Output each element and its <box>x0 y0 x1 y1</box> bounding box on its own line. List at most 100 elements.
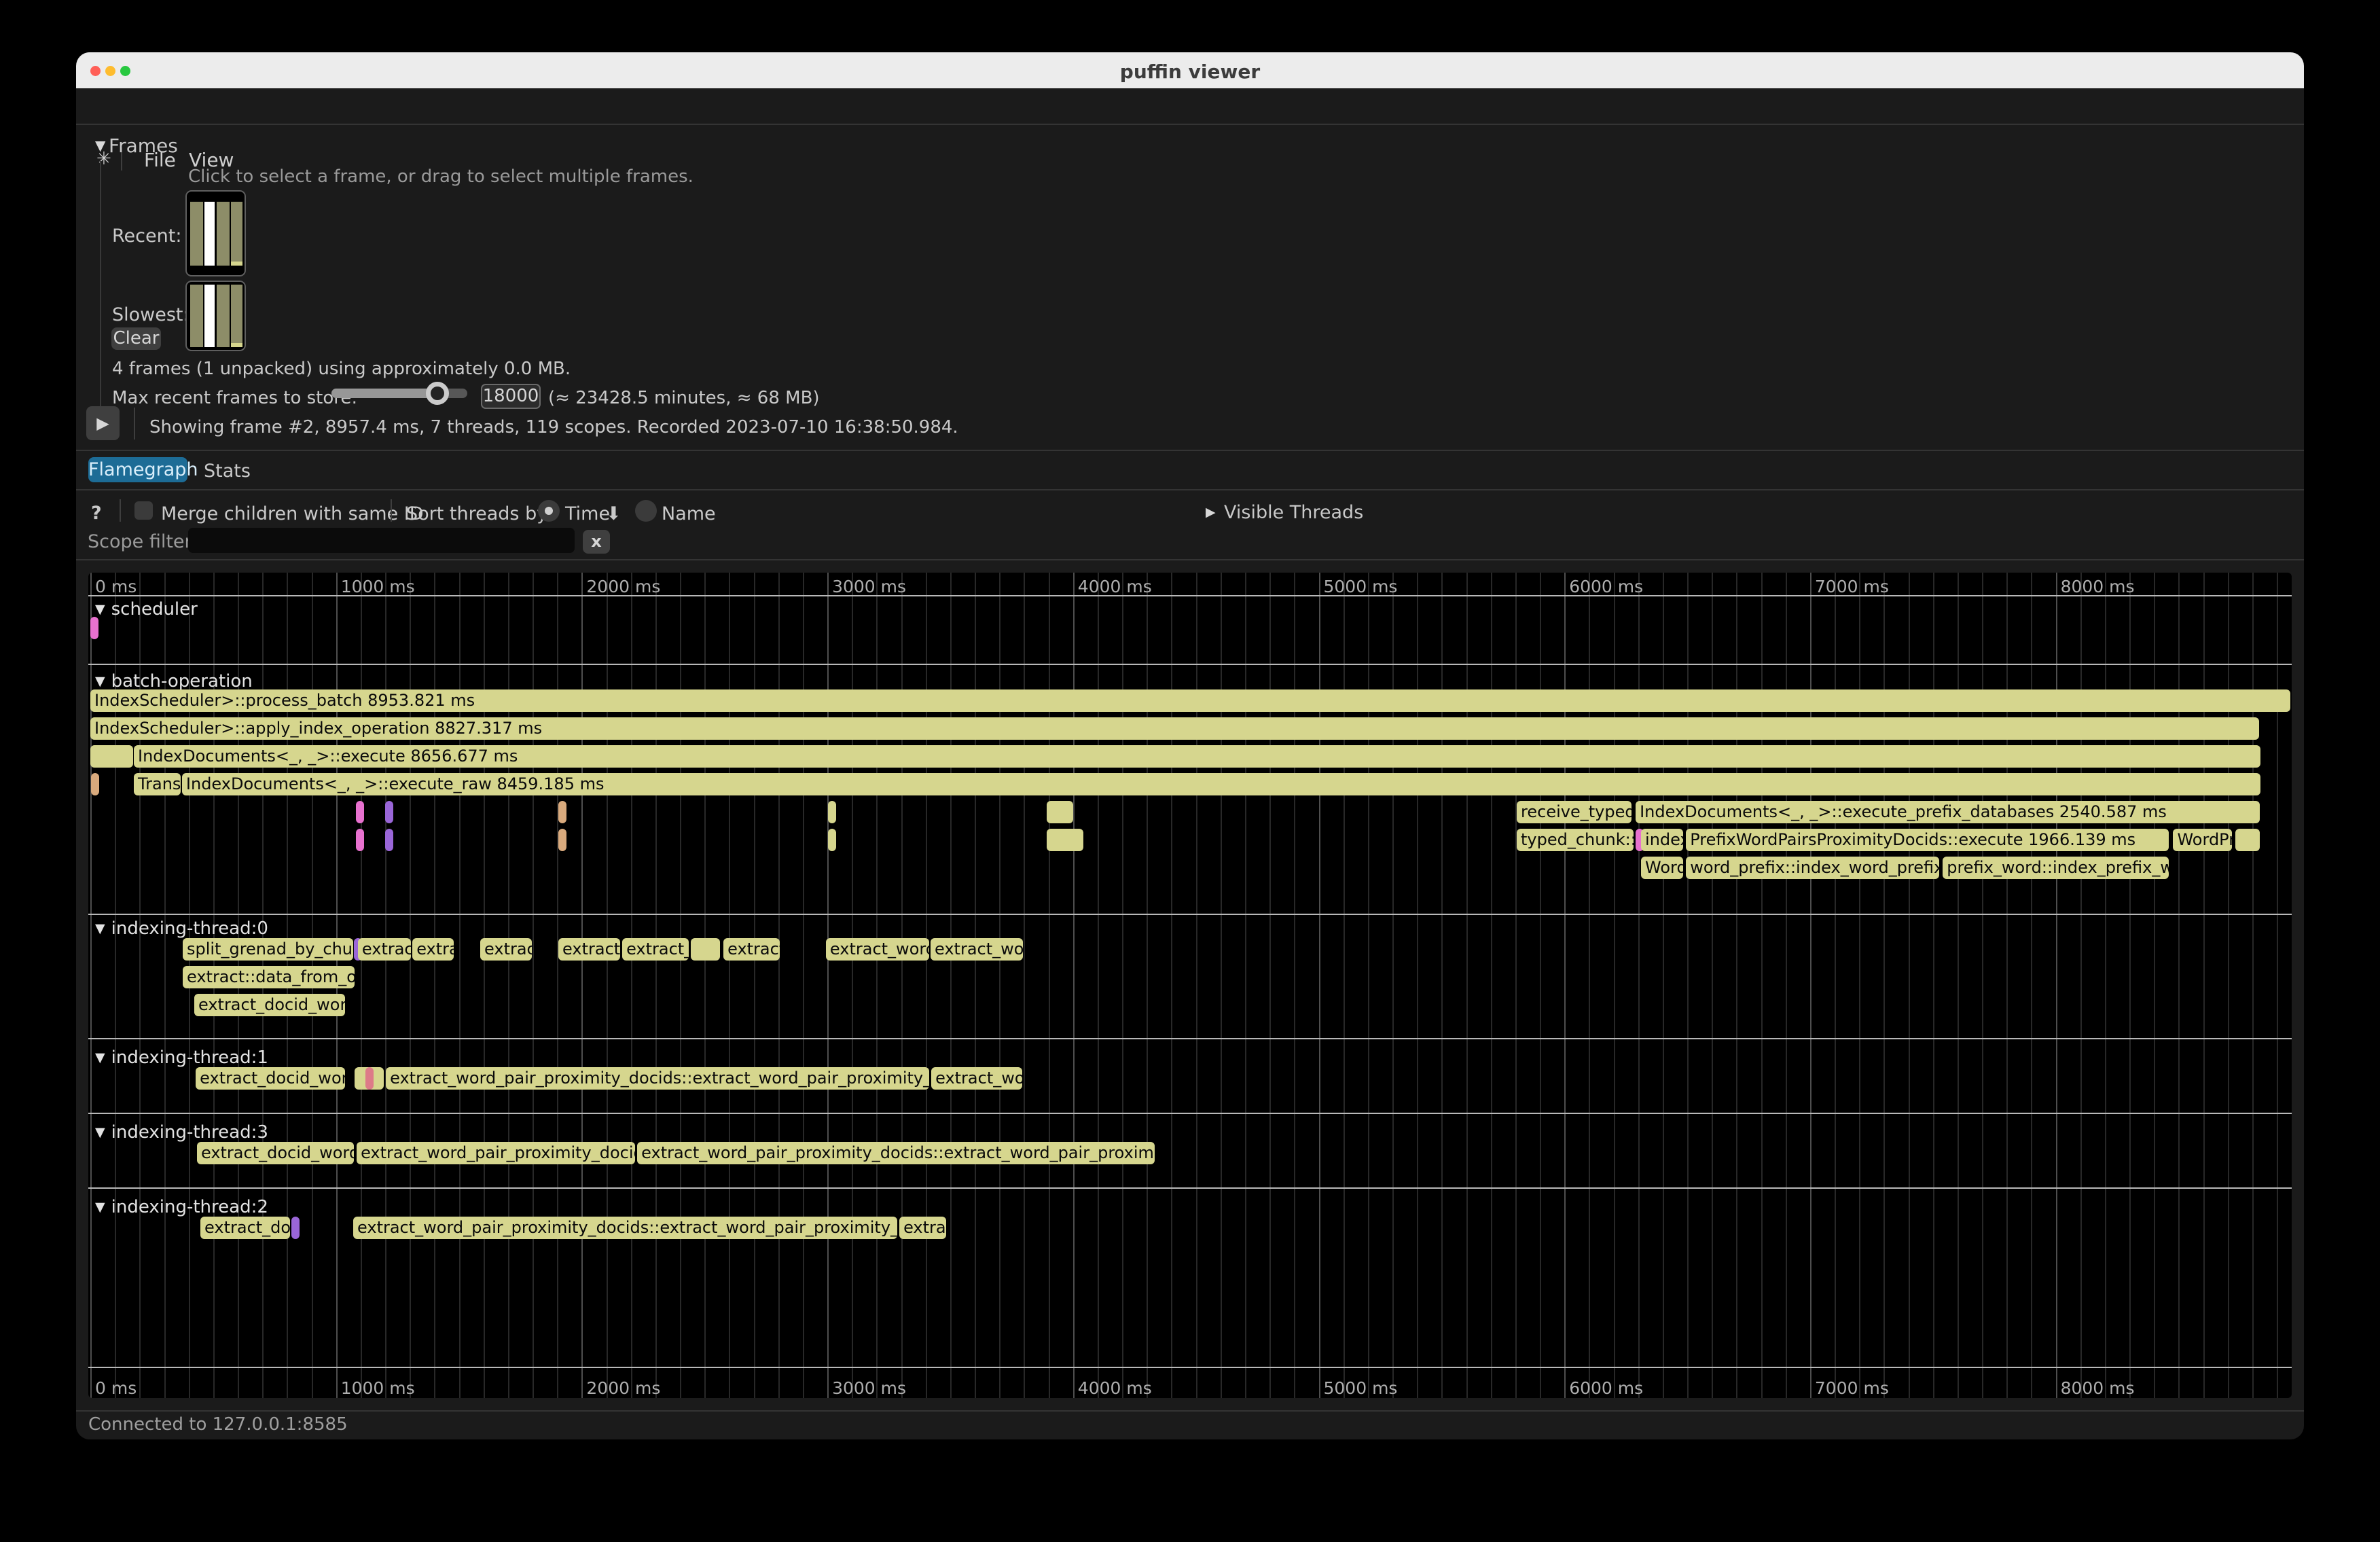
flame-bar[interactable] <box>828 829 836 851</box>
flame-bar[interactable]: extra <box>412 938 454 961</box>
flame-bar[interactable]: extract_word_pair_proximity_docids <box>357 1142 635 1164</box>
flame-bar[interactable]: extract::data_from_ob <box>183 966 355 988</box>
tab-flamegraph[interactable]: Flamegraph <box>88 457 187 482</box>
frame-bar[interactable] <box>231 202 242 262</box>
flame-bar[interactable]: extrac <box>480 938 532 961</box>
flame-bar[interactable] <box>356 829 364 851</box>
flame-bar[interactable]: typed_chunk::w <box>1517 829 1634 851</box>
recent-frames-thumbnail[interactable] <box>185 190 246 276</box>
scope-filter-input[interactable] <box>188 528 575 553</box>
thread-header-scheduler[interactable]: ▼scheduler <box>95 599 198 620</box>
flame-bar[interactable]: word_prefix::index_word_prefix_ <box>1686 857 1939 879</box>
clear-frames-button[interactable]: Clear <box>111 327 161 350</box>
thread-name: indexing-thread:3 <box>111 1122 268 1143</box>
flame-bar[interactable] <box>1047 801 1073 823</box>
flame-bar[interactable] <box>691 938 720 961</box>
flame-bar[interactable]: extract <box>723 938 780 961</box>
help-button[interactable]: ? <box>91 503 102 524</box>
flame-bar[interactable] <box>91 773 99 795</box>
max-frames-slider-handle[interactable] <box>426 382 449 405</box>
flame-bar[interactable] <box>828 801 836 823</box>
frame-bar[interactable] <box>231 285 242 343</box>
max-frames-label: Max recent frames to store: <box>112 388 357 408</box>
thread-section-separator <box>88 1113 2292 1114</box>
flame-bar[interactable] <box>385 829 393 851</box>
flame-bar[interactable]: extract_word_pair_proximity_docids::extr… <box>637 1142 1155 1164</box>
merge-children-checkbox[interactable] <box>134 501 153 520</box>
ruler-tick-label: 7000 ms <box>1815 577 1889 596</box>
frame-bar[interactable] <box>190 202 203 266</box>
flame-bar[interactable] <box>291 1217 300 1239</box>
flamegraph-canvas[interactable]: 0 ms0 ms1000 ms1000 ms2000 ms2000 ms3000… <box>88 573 2292 1398</box>
frames-collapse-triangle[interactable]: ▼ <box>95 137 105 154</box>
sort-time-radio[interactable] <box>538 500 560 522</box>
flame-bar[interactable] <box>1047 829 1083 851</box>
visible-threads-header[interactable]: Visible Threads <box>1224 502 1363 523</box>
flame-bar[interactable]: index <box>1641 829 1683 851</box>
collapse-triangle-icon: ▼ <box>95 1200 105 1215</box>
sort-name-label[interactable]: Name <box>662 503 716 524</box>
flame-bar[interactable]: extract_word_pair_proximity_docids::extr… <box>353 1217 897 1239</box>
max-frames-value[interactable]: 18000 <box>481 384 541 409</box>
flame-bar[interactable] <box>558 829 566 851</box>
flame-bar[interactable]: Word <box>1641 857 1683 879</box>
flame-bar[interactable]: extract_wo <box>931 1067 1022 1090</box>
flame-bar[interactable]: IndexDocuments<_, _>::execute_prefix_dat… <box>1636 801 2260 823</box>
flame-bar[interactable]: IndexDocuments<_, _>::execute_raw 8459.1… <box>182 773 2260 795</box>
ruler-tick-label: 8000 ms <box>2061 577 2135 596</box>
flame-bar[interactable]: receive_typed_ <box>1517 801 1631 823</box>
frames-header[interactable]: Frames <box>109 135 178 157</box>
frame-bar[interactable] <box>217 285 230 347</box>
flame-bar[interactable]: extract_docid_word <box>197 1142 354 1164</box>
merge-children-label[interactable]: Merge children with same ID <box>161 503 424 524</box>
visible-threads-triangle[interactable]: ▶ <box>1206 505 1216 520</box>
indent-guide <box>100 161 101 408</box>
flame-bar[interactable]: extract_docid_word <box>196 1067 345 1090</box>
frame-bar[interactable] <box>217 202 230 266</box>
frame-bar-selected[interactable] <box>204 202 215 266</box>
sort-direction-arrow-icon[interactable]: ⬇ <box>606 503 621 524</box>
flame-bar[interactable] <box>356 801 364 823</box>
slowest-label: Slowest: <box>112 304 190 325</box>
flame-bar[interactable]: extract_wo <box>931 938 1023 961</box>
thread-section-separator <box>88 914 2292 915</box>
flame-bar[interactable]: PrefixWordPairsProximityDocids::execute … <box>1686 829 2169 851</box>
flame-bar[interactable] <box>365 1067 374 1090</box>
flame-bar[interactable]: split_grenad_by_chun <box>183 938 353 961</box>
frame-bar[interactable] <box>190 285 203 347</box>
flame-bar[interactable]: extract_doc <box>200 1217 290 1239</box>
flame-bar[interactable]: extract_ <box>558 938 620 961</box>
flame-bar[interactable]: extract_word <box>826 938 929 961</box>
play-button[interactable]: ▶ <box>86 406 120 440</box>
flame-bar[interactable] <box>90 745 133 768</box>
flame-bar[interactable]: prefix_word::index_prefix_wo <box>1943 857 2169 879</box>
flame-bar[interactable]: extrac <box>899 1217 946 1239</box>
slowest-frames-thumbnail[interactable] <box>185 281 246 351</box>
flame-bar[interactable] <box>558 801 566 823</box>
flame-bar[interactable]: Trans <box>134 773 181 795</box>
sort-name-radio[interactable] <box>635 500 657 522</box>
thread-header-indexing-thread:0[interactable]: ▼indexing-thread:0 <box>95 918 268 939</box>
flame-bar[interactable]: WordPr <box>2173 829 2232 851</box>
thread-header-batch-operation[interactable]: ▼batch-operation <box>95 671 253 692</box>
flame-bar[interactable] <box>90 617 98 639</box>
ruler-tick-label: 6000 ms <box>1569 577 1643 596</box>
thread-header-indexing-thread:1[interactable]: ▼indexing-thread:1 <box>95 1047 268 1068</box>
flame-bar[interactable]: IndexScheduler>::apply_index_operation 8… <box>90 717 2259 740</box>
tab-stats[interactable]: Stats <box>204 461 251 482</box>
flame-bar[interactable]: extract_ <box>622 938 689 961</box>
sort-time-label[interactable]: Time <box>565 503 610 524</box>
flame-bar[interactable] <box>2235 829 2259 851</box>
thread-header-indexing-thread:3[interactable]: ▼indexing-thread:3 <box>95 1122 268 1143</box>
frame-bar-selected[interactable] <box>204 285 215 347</box>
flame-bar[interactable]: extract_docid_word <box>194 994 345 1016</box>
scope-filter-clear-button[interactable]: x <box>583 530 610 554</box>
flame-bar[interactable]: extract_word_pair_proximity_docids::extr… <box>386 1067 929 1090</box>
flame-bar[interactable] <box>385 801 393 823</box>
flame-bar[interactable]: IndexDocuments<_, _>::execute 8656.677 m… <box>134 745 2260 768</box>
statusbar-separator <box>76 1410 2304 1412</box>
flame-bar[interactable]: IndexScheduler>::process_batch 8953.821 … <box>90 689 2290 712</box>
frame-bar-tip <box>231 343 242 347</box>
flame-bar[interactable]: extract <box>358 938 411 961</box>
thread-header-indexing-thread:2[interactable]: ▼indexing-thread:2 <box>95 1197 268 1217</box>
